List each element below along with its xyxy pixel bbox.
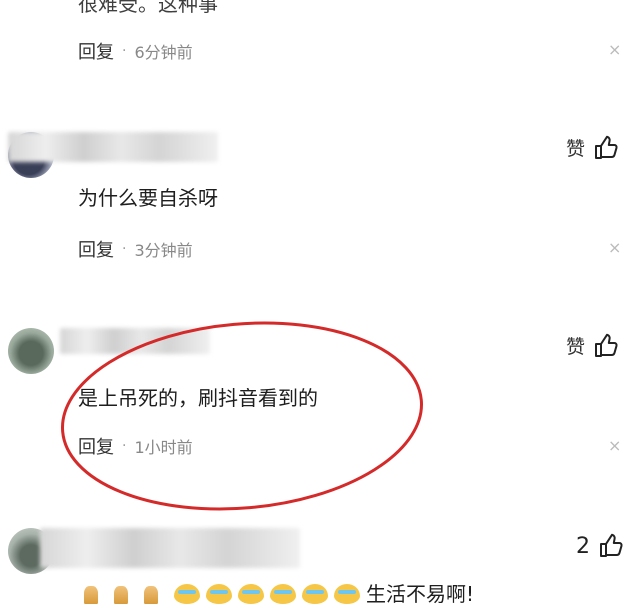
- comment-actions: 回复 · 6分钟前: [78, 38, 193, 64]
- thumbs-up-icon: [598, 533, 624, 559]
- crying-emoji-icon: [238, 584, 264, 604]
- like-count: 2: [576, 533, 590, 559]
- close-icon[interactable]: ×: [608, 240, 621, 256]
- crying-emoji-icon: [206, 584, 232, 604]
- thumbs-up-icon: [593, 135, 619, 161]
- pray-emoji-icon: [84, 586, 98, 604]
- separator-dot: ·: [122, 241, 127, 257]
- timestamp: 3分钟前: [134, 241, 193, 260]
- comment-text: 生活不易啊!: [366, 582, 475, 606]
- crying-emoji-icon: [302, 584, 328, 604]
- like-control[interactable]: 2: [576, 533, 624, 559]
- highlight-ellipse-annotation: [61, 321, 423, 511]
- comment-text-partial: 很难受。这种事: [78, 0, 218, 16]
- comment-text-partial: 生活不易啊!: [84, 578, 474, 607]
- timestamp: 6分钟前: [134, 43, 193, 62]
- crying-emoji-icon: [270, 584, 296, 604]
- pray-emoji-icon: [114, 586, 128, 604]
- thumbs-up-icon: [593, 333, 619, 359]
- like-control[interactable]: 赞: [566, 332, 619, 359]
- username-blurred[interactable]: [8, 132, 218, 162]
- crying-emoji-icon: [334, 584, 360, 604]
- comment-actions: 回复 · 3分钟前: [78, 236, 193, 262]
- crying-emoji-icon: [174, 584, 200, 604]
- username-blurred[interactable]: [40, 528, 300, 568]
- pray-emoji-icon: [144, 586, 158, 604]
- like-label: 赞: [566, 336, 586, 358]
- like-label: 赞: [566, 138, 586, 160]
- like-control[interactable]: 赞: [566, 134, 619, 161]
- comment-text: 为什么要自杀呀: [78, 186, 218, 210]
- reply-button[interactable]: 回复: [78, 38, 114, 64]
- reply-button[interactable]: 回复: [78, 236, 114, 262]
- avatar[interactable]: [8, 328, 54, 374]
- separator-dot: ·: [122, 43, 127, 59]
- close-icon[interactable]: ×: [608, 438, 621, 454]
- close-icon[interactable]: ×: [608, 42, 621, 58]
